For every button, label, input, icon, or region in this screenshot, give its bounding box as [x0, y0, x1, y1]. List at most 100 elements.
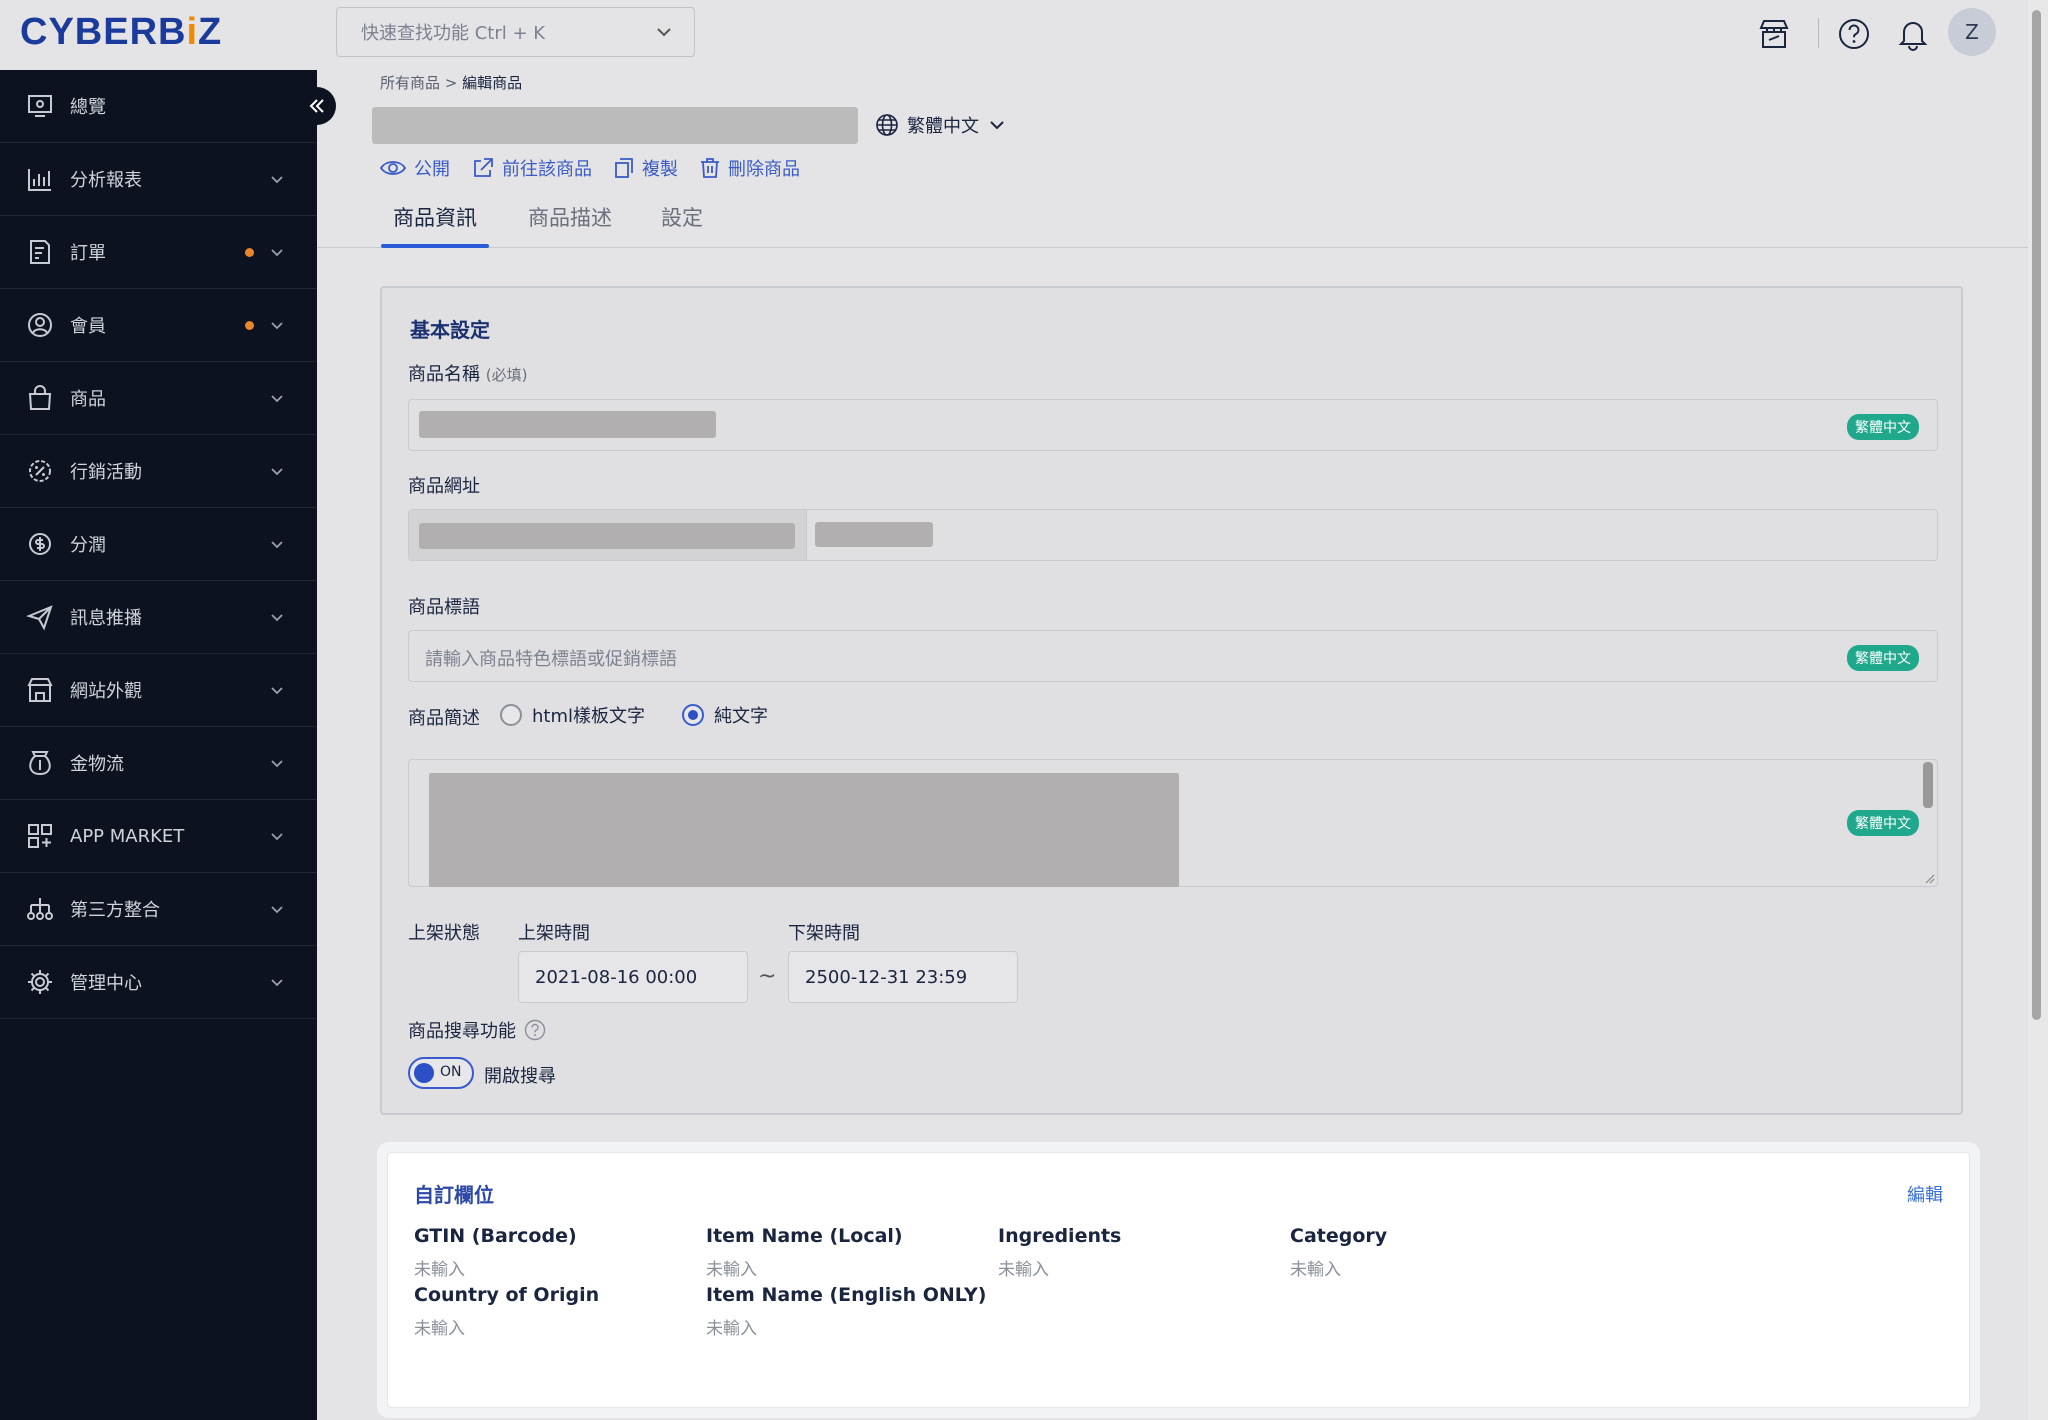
sidebar-item-label: 商品 — [70, 389, 106, 410]
custom-field-value: 未輸入 — [706, 1319, 757, 1339]
basic-settings-card: 基本設定 商品名稱 (必填) 繁體中文 商品網址 商品標語 請輸入商品特色標語或… — [380, 286, 1963, 1115]
custom-fields-title: 自訂欄位 — [414, 1183, 494, 1207]
notification-dot — [245, 321, 254, 330]
order-icon — [26, 238, 54, 266]
product-summary-textarea[interactable]: 繁體中文 — [408, 759, 1938, 887]
quick-search-dropdown[interactable]: 快速查找功能 Ctrl + K — [336, 7, 695, 57]
textarea-scrollbar[interactable] — [1923, 762, 1933, 808]
chevron-down-icon — [271, 395, 283, 403]
sidebar-item-1[interactable]: 分析報表 — [0, 143, 317, 216]
sidebar-item-7[interactable]: 訊息推播 — [0, 581, 317, 654]
sidebar-item-label: 分析報表 — [70, 170, 142, 191]
sidebar: 總覽分析報表訂單會員商品行銷活動分潤訊息推播網站外觀 金物流 APP MARKET 第… — [0, 70, 317, 1420]
chevron-down-icon — [271, 176, 283, 184]
end-time-label: 下架時間 — [788, 923, 860, 944]
sidebar-item-label: 訊息推播 — [70, 608, 142, 629]
custom-field-key: Item Name (English ONLY) — [706, 1284, 987, 1306]
delete-product-button[interactable]: 刪除商品 — [700, 155, 800, 181]
start-time-input[interactable]: 2021-08-16 00:00 — [518, 951, 748, 1003]
dashboard-icon — [26, 92, 54, 120]
sidebar-item-8[interactable]: 網站外觀 — [0, 654, 317, 727]
sidebar-item-11[interactable]: 第三方整合 — [0, 873, 317, 946]
product-actions: 公開 前往該商品 複製 刪除商品 — [380, 155, 800, 181]
copy-icon — [615, 158, 633, 178]
sidebar-item-0[interactable]: 總覽 — [0, 70, 317, 143]
chevron-down-icon — [271, 468, 283, 476]
copy-button[interactable]: 複製 — [614, 155, 678, 181]
sidebar-item-9[interactable]: 金物流 — [0, 727, 317, 800]
tab-bar: 商品資訊 商品描述 設定 — [317, 186, 2028, 248]
product-url-label: 商品網址 — [408, 476, 480, 497]
search-toggle-desc: 開啟搜尋 — [484, 1066, 556, 1087]
custom-field: Category 未輸入 — [1290, 1225, 1650, 1280]
tab-settings[interactable]: 設定 — [661, 202, 703, 232]
sidebar-item-3[interactable]: 會員 — [0, 289, 317, 362]
promo-icon — [26, 457, 54, 485]
external-link-icon — [474, 158, 493, 177]
chevron-down-icon — [657, 28, 671, 37]
product-slogan-input[interactable]: 請輸入商品特色標語或促銷標語 繁體中文 — [408, 630, 1938, 682]
sidebar-item-label: 行銷活動 — [70, 462, 142, 483]
language-badge: 繁體中文 — [1847, 414, 1919, 440]
language-selector[interactable]: 繁體中文 — [875, 112, 1007, 138]
chevron-down-icon — [271, 979, 283, 987]
product-name-input[interactable]: 繁體中文 — [408, 399, 1938, 451]
product-summary-label: 商品簡述 — [408, 708, 480, 729]
redacted-summary — [429, 773, 1179, 887]
sidebar-item-label: 訂單 — [70, 243, 106, 264]
resize-handle-icon[interactable] — [1923, 872, 1935, 884]
breadcrumb-separator: > — [444, 74, 458, 92]
question-icon[interactable] — [524, 1019, 546, 1041]
radio-html-template[interactable]: html樣板文字 — [500, 702, 645, 728]
logo[interactable]: CYBERBiZ — [20, 11, 222, 54]
chevron-down-icon — [271, 249, 283, 257]
sidebar-item-label: 總覽 — [70, 97, 106, 118]
page-scrollbar[interactable] — [2028, 0, 2048, 1420]
public-button[interactable]: 公開 — [380, 155, 450, 181]
search-toggle[interactable]: ON — [408, 1057, 474, 1089]
section-title: 基本設定 — [410, 318, 490, 342]
chevron-down-icon — [990, 121, 1004, 130]
sidebar-item-5[interactable]: 行銷活動 — [0, 435, 317, 508]
edit-custom-fields-link[interactable]: 編輯 — [1907, 1181, 1943, 1207]
start-time-label: 上架時間 — [518, 923, 590, 944]
chevron-down-icon — [271, 614, 283, 622]
store-front-icon[interactable] — [1752, 12, 1796, 56]
collapse-sidebar-icon[interactable] — [298, 87, 336, 125]
bar-chart-icon — [26, 165, 54, 193]
avatar[interactable]: Z — [1948, 8, 1996, 56]
tab-product-description[interactable]: 商品描述 — [528, 202, 612, 232]
help-icon[interactable] — [1832, 12, 1876, 56]
radio-plain-text[interactable]: 純文字 — [682, 702, 768, 728]
sidebar-item-10[interactable]: APP MARKET — [0, 800, 317, 873]
sidebar-item-label: 管理中心 — [70, 973, 142, 994]
goto-product-button[interactable]: 前往該商品 — [472, 155, 592, 181]
sidebar-item-6[interactable]: 分潤 — [0, 508, 317, 581]
tab-product-info[interactable]: 商品資訊 — [393, 202, 477, 232]
chevron-down-icon — [271, 906, 283, 914]
chevron-down-icon — [271, 760, 283, 768]
bell-icon[interactable] — [1891, 12, 1935, 56]
custom-field-key: Category — [1290, 1225, 1388, 1247]
slogan-placeholder: 請輸入商品特色標語或促銷標語 — [425, 649, 677, 670]
redacted-url-slug — [815, 522, 933, 547]
radio-circle-selected — [682, 704, 704, 726]
end-time-input[interactable]: 2500-12-31 23:59 — [788, 951, 1018, 1003]
redacted-value — [419, 411, 716, 438]
topbar-divider — [1818, 18, 1819, 48]
redacted-url-prefix — [419, 523, 795, 549]
shelf-status-label: 上架狀態 — [408, 923, 480, 944]
scrollbar-thumb[interactable] — [2032, 10, 2041, 1020]
trash-icon — [701, 158, 719, 178]
product-title-redacted — [372, 107, 858, 144]
quick-search-label: 快速查找功能 Ctrl + K — [361, 23, 546, 44]
sidebar-item-2[interactable]: 訂單 — [0, 216, 317, 289]
sidebar-item-12[interactable]: 管理中心 — [0, 946, 317, 1019]
product-url-input[interactable] — [408, 509, 1938, 561]
chevron-down-icon — [271, 322, 283, 330]
chevron-down-icon — [271, 833, 283, 841]
breadcrumb-parent[interactable]: 所有商品 — [380, 74, 440, 92]
sidebar-item-4[interactable]: 商品 — [0, 362, 317, 435]
range-separator: ~ — [758, 964, 777, 989]
toggle-text: ON — [440, 1064, 462, 1080]
